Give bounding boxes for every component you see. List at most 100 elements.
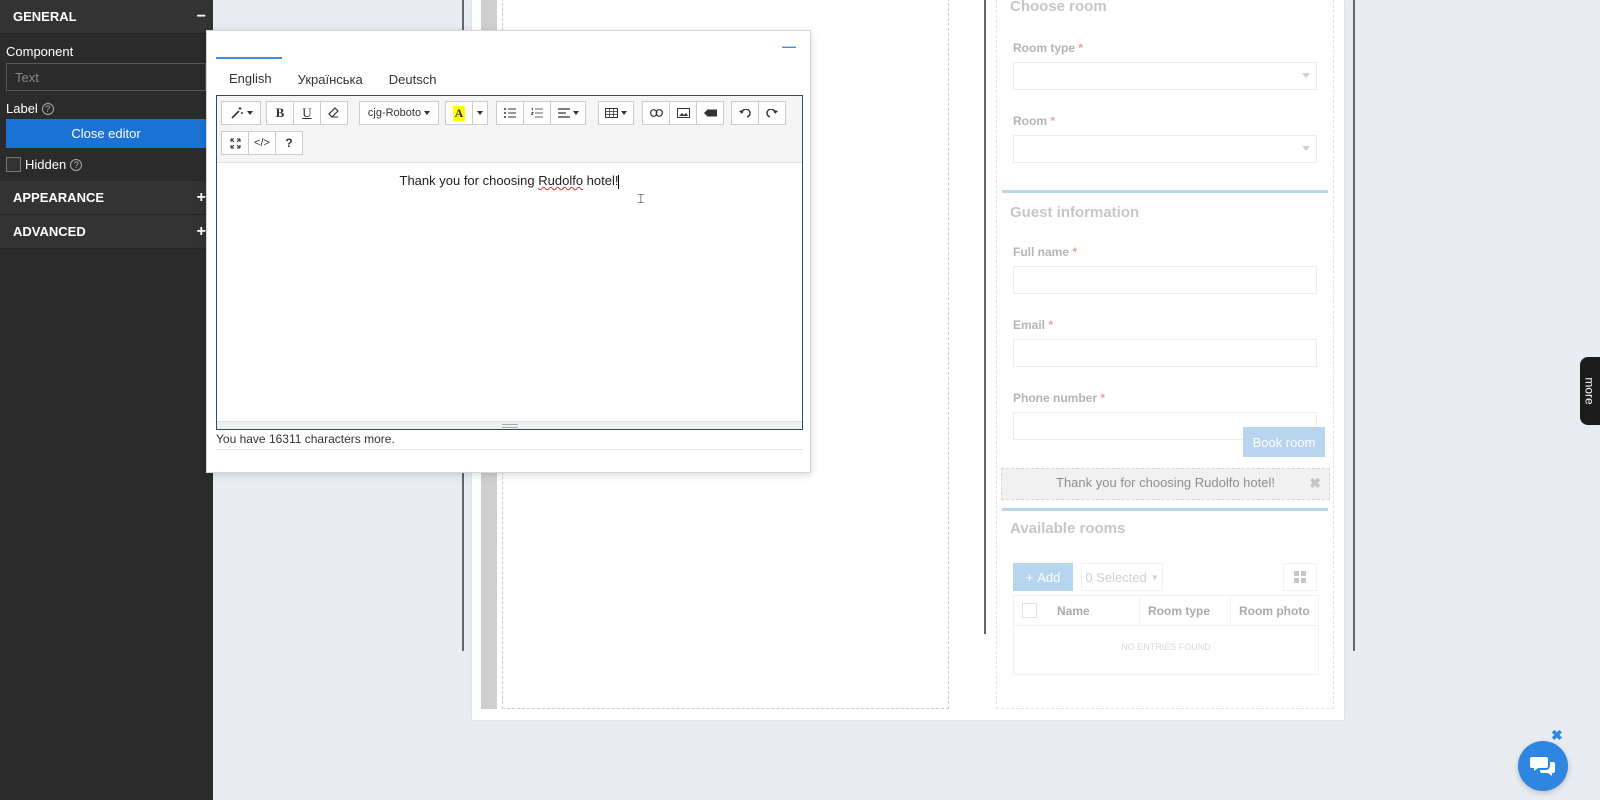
minimize-icon[interactable]: — bbox=[782, 38, 796, 54]
book-room-button[interactable]: Book room bbox=[1243, 427, 1325, 457]
add-button[interactable]: + Add bbox=[1013, 563, 1073, 591]
room-type-label: Room type * bbox=[997, 41, 1333, 55]
expand-icon[interactable]: + bbox=[197, 189, 206, 207]
tab-ukrainian[interactable]: Українська bbox=[285, 66, 376, 92]
collapse-icon[interactable]: − bbox=[197, 8, 206, 26]
hidden-label: Hidden bbox=[25, 157, 67, 172]
section-appearance-header[interactable]: APPEARANCE + bbox=[0, 181, 213, 215]
component-value: Text bbox=[15, 69, 39, 85]
rooms-table: Name Room type Room photo NO ENTRIES FOU… bbox=[1013, 595, 1319, 675]
editor-paragraph[interactable]: Thank you for choosing Rudolfo hotel! bbox=[217, 173, 802, 189]
code-view-button[interactable]: </> bbox=[248, 131, 276, 155]
link-icon[interactable] bbox=[642, 101, 670, 125]
close-icon[interactable]: ✖ bbox=[1551, 727, 1563, 744]
select-all-checkbox[interactable] bbox=[1022, 603, 1037, 618]
required-mark: * bbox=[1048, 318, 1054, 332]
help-icon[interactable]: ? bbox=[70, 158, 83, 171]
email-input[interactable] bbox=[1013, 339, 1317, 367]
remove-icon[interactable]: ✖ bbox=[1309, 469, 1321, 497]
magic-wand-icon[interactable] bbox=[221, 101, 261, 125]
column-header[interactable]: Name bbox=[1049, 596, 1139, 626]
content-text: hotel! bbox=[583, 173, 619, 188]
text-cursor bbox=[618, 174, 620, 189]
guest-info-title: Guest information bbox=[1010, 204, 1140, 221]
room-type-label-text: Room type bbox=[1013, 41, 1076, 55]
align-icon[interactable] bbox=[550, 101, 586, 125]
section-separator bbox=[1002, 508, 1328, 511]
component-label-text: Component bbox=[6, 44, 74, 59]
help-icon[interactable]: ? bbox=[41, 102, 54, 115]
full-name-label: Full name * bbox=[997, 245, 1333, 259]
chat-button[interactable] bbox=[1518, 741, 1568, 791]
text-editor-dialog: — English Українська Deutsch B U cjg-Rob… bbox=[206, 30, 811, 473]
text-color-label: A bbox=[452, 105, 466, 121]
more-label: more bbox=[1583, 377, 1597, 405]
required-mark: * bbox=[1100, 391, 1106, 405]
table-header: Name Room type Room photo bbox=[1014, 595, 1318, 626]
font-family-dropdown[interactable]: cjg-Roboto bbox=[359, 101, 439, 125]
table-icon[interactable] bbox=[598, 101, 634, 125]
editor-toolbar: B U cjg-Roboto A </> ? bbox=[217, 96, 802, 163]
component-select[interactable]: Text bbox=[6, 63, 206, 91]
canvas-divider bbox=[984, 0, 986, 634]
plus-icon: + bbox=[1025, 569, 1034, 585]
required-mark: * bbox=[1050, 114, 1056, 128]
font-family-value: cjg-Roboto bbox=[367, 107, 422, 119]
content-text: Thank you for choosing bbox=[399, 173, 539, 188]
available-rooms-title: Available rooms bbox=[1010, 520, 1126, 537]
section-general-title: GENERAL bbox=[13, 9, 77, 24]
required-mark: * bbox=[1072, 245, 1078, 259]
grid-view-button[interactable] bbox=[1283, 563, 1317, 591]
room-select[interactable] bbox=[1013, 135, 1317, 163]
room-type-select[interactable] bbox=[1013, 62, 1317, 90]
required-mark: * bbox=[1078, 41, 1084, 55]
image-icon[interactable] bbox=[669, 101, 697, 125]
full-name-input[interactable] bbox=[1013, 266, 1317, 294]
text-cursor-icon: ⌶ bbox=[637, 191, 645, 206]
thank-you-text-component[interactable]: Thank you for choosing Rudolfo hotel! ✖ bbox=[1001, 468, 1330, 500]
thank-you-text: Thank you for choosing Rudolfo hotel! bbox=[1056, 475, 1275, 490]
help-button[interactable]: ? bbox=[275, 131, 303, 155]
phone-label-text: Phone number bbox=[1013, 391, 1098, 405]
chat-icon bbox=[1530, 757, 1555, 776]
hidden-checkbox[interactable] bbox=[6, 157, 21, 172]
column-header[interactable]: Room photo bbox=[1230, 595, 1318, 626]
rich-text-editor: B U cjg-Roboto A </> ? Thank you for cho… bbox=[216, 95, 803, 430]
fullscreen-icon[interactable] bbox=[221, 131, 249, 155]
unordered-list-icon[interactable] bbox=[496, 101, 524, 125]
label-field-text: Label bbox=[6, 101, 38, 116]
selected-dropdown[interactable]: 0 Selected ▼ bbox=[1081, 563, 1163, 591]
resize-handle[interactable] bbox=[217, 421, 802, 429]
text-color-button[interactable]: A bbox=[445, 101, 473, 125]
undo-icon[interactable] bbox=[731, 101, 759, 125]
editor-content[interactable]: Thank you for choosing Rudolfo hotel! bbox=[217, 163, 802, 420]
misspelled-word: Rudolfo bbox=[538, 173, 584, 188]
tab-deutsch[interactable]: Deutsch bbox=[376, 66, 450, 92]
add-label: Add bbox=[1037, 569, 1061, 585]
room-label: Room * bbox=[997, 114, 1333, 128]
chevron-down-icon bbox=[1302, 73, 1310, 78]
close-editor-button[interactable]: Close editor bbox=[6, 119, 206, 148]
video-icon[interactable] bbox=[696, 101, 724, 125]
column-header[interactable]: Room type bbox=[1139, 595, 1230, 626]
section-general-header[interactable]: GENERAL − bbox=[0, 0, 213, 34]
section-advanced-header[interactable]: ADVANCED + bbox=[0, 215, 213, 249]
bold-button[interactable]: B bbox=[266, 101, 294, 125]
phone-label: Phone number * bbox=[997, 391, 1333, 405]
hidden-option: Hidden ? bbox=[0, 157, 213, 172]
underline-button[interactable]: U bbox=[293, 101, 321, 125]
redo-icon[interactable] bbox=[758, 101, 786, 125]
section-separator bbox=[1002, 190, 1328, 193]
email-label: Email * bbox=[997, 318, 1333, 332]
component-label: Component bbox=[0, 44, 213, 59]
more-side-tab[interactable]: more bbox=[1580, 357, 1600, 425]
tab-english[interactable]: English bbox=[216, 66, 285, 92]
ordered-list-icon[interactable] bbox=[523, 101, 551, 125]
expand-icon[interactable]: + bbox=[197, 223, 206, 241]
selected-label: 0 Selected bbox=[1085, 569, 1147, 585]
eraser-icon[interactable] bbox=[320, 101, 348, 125]
chevron-down-icon: ▼ bbox=[1150, 572, 1159, 582]
canvas-divider bbox=[1353, 0, 1355, 651]
color-dropdown-button[interactable] bbox=[472, 101, 488, 125]
character-counter: You have 16311 characters more. bbox=[216, 432, 803, 450]
